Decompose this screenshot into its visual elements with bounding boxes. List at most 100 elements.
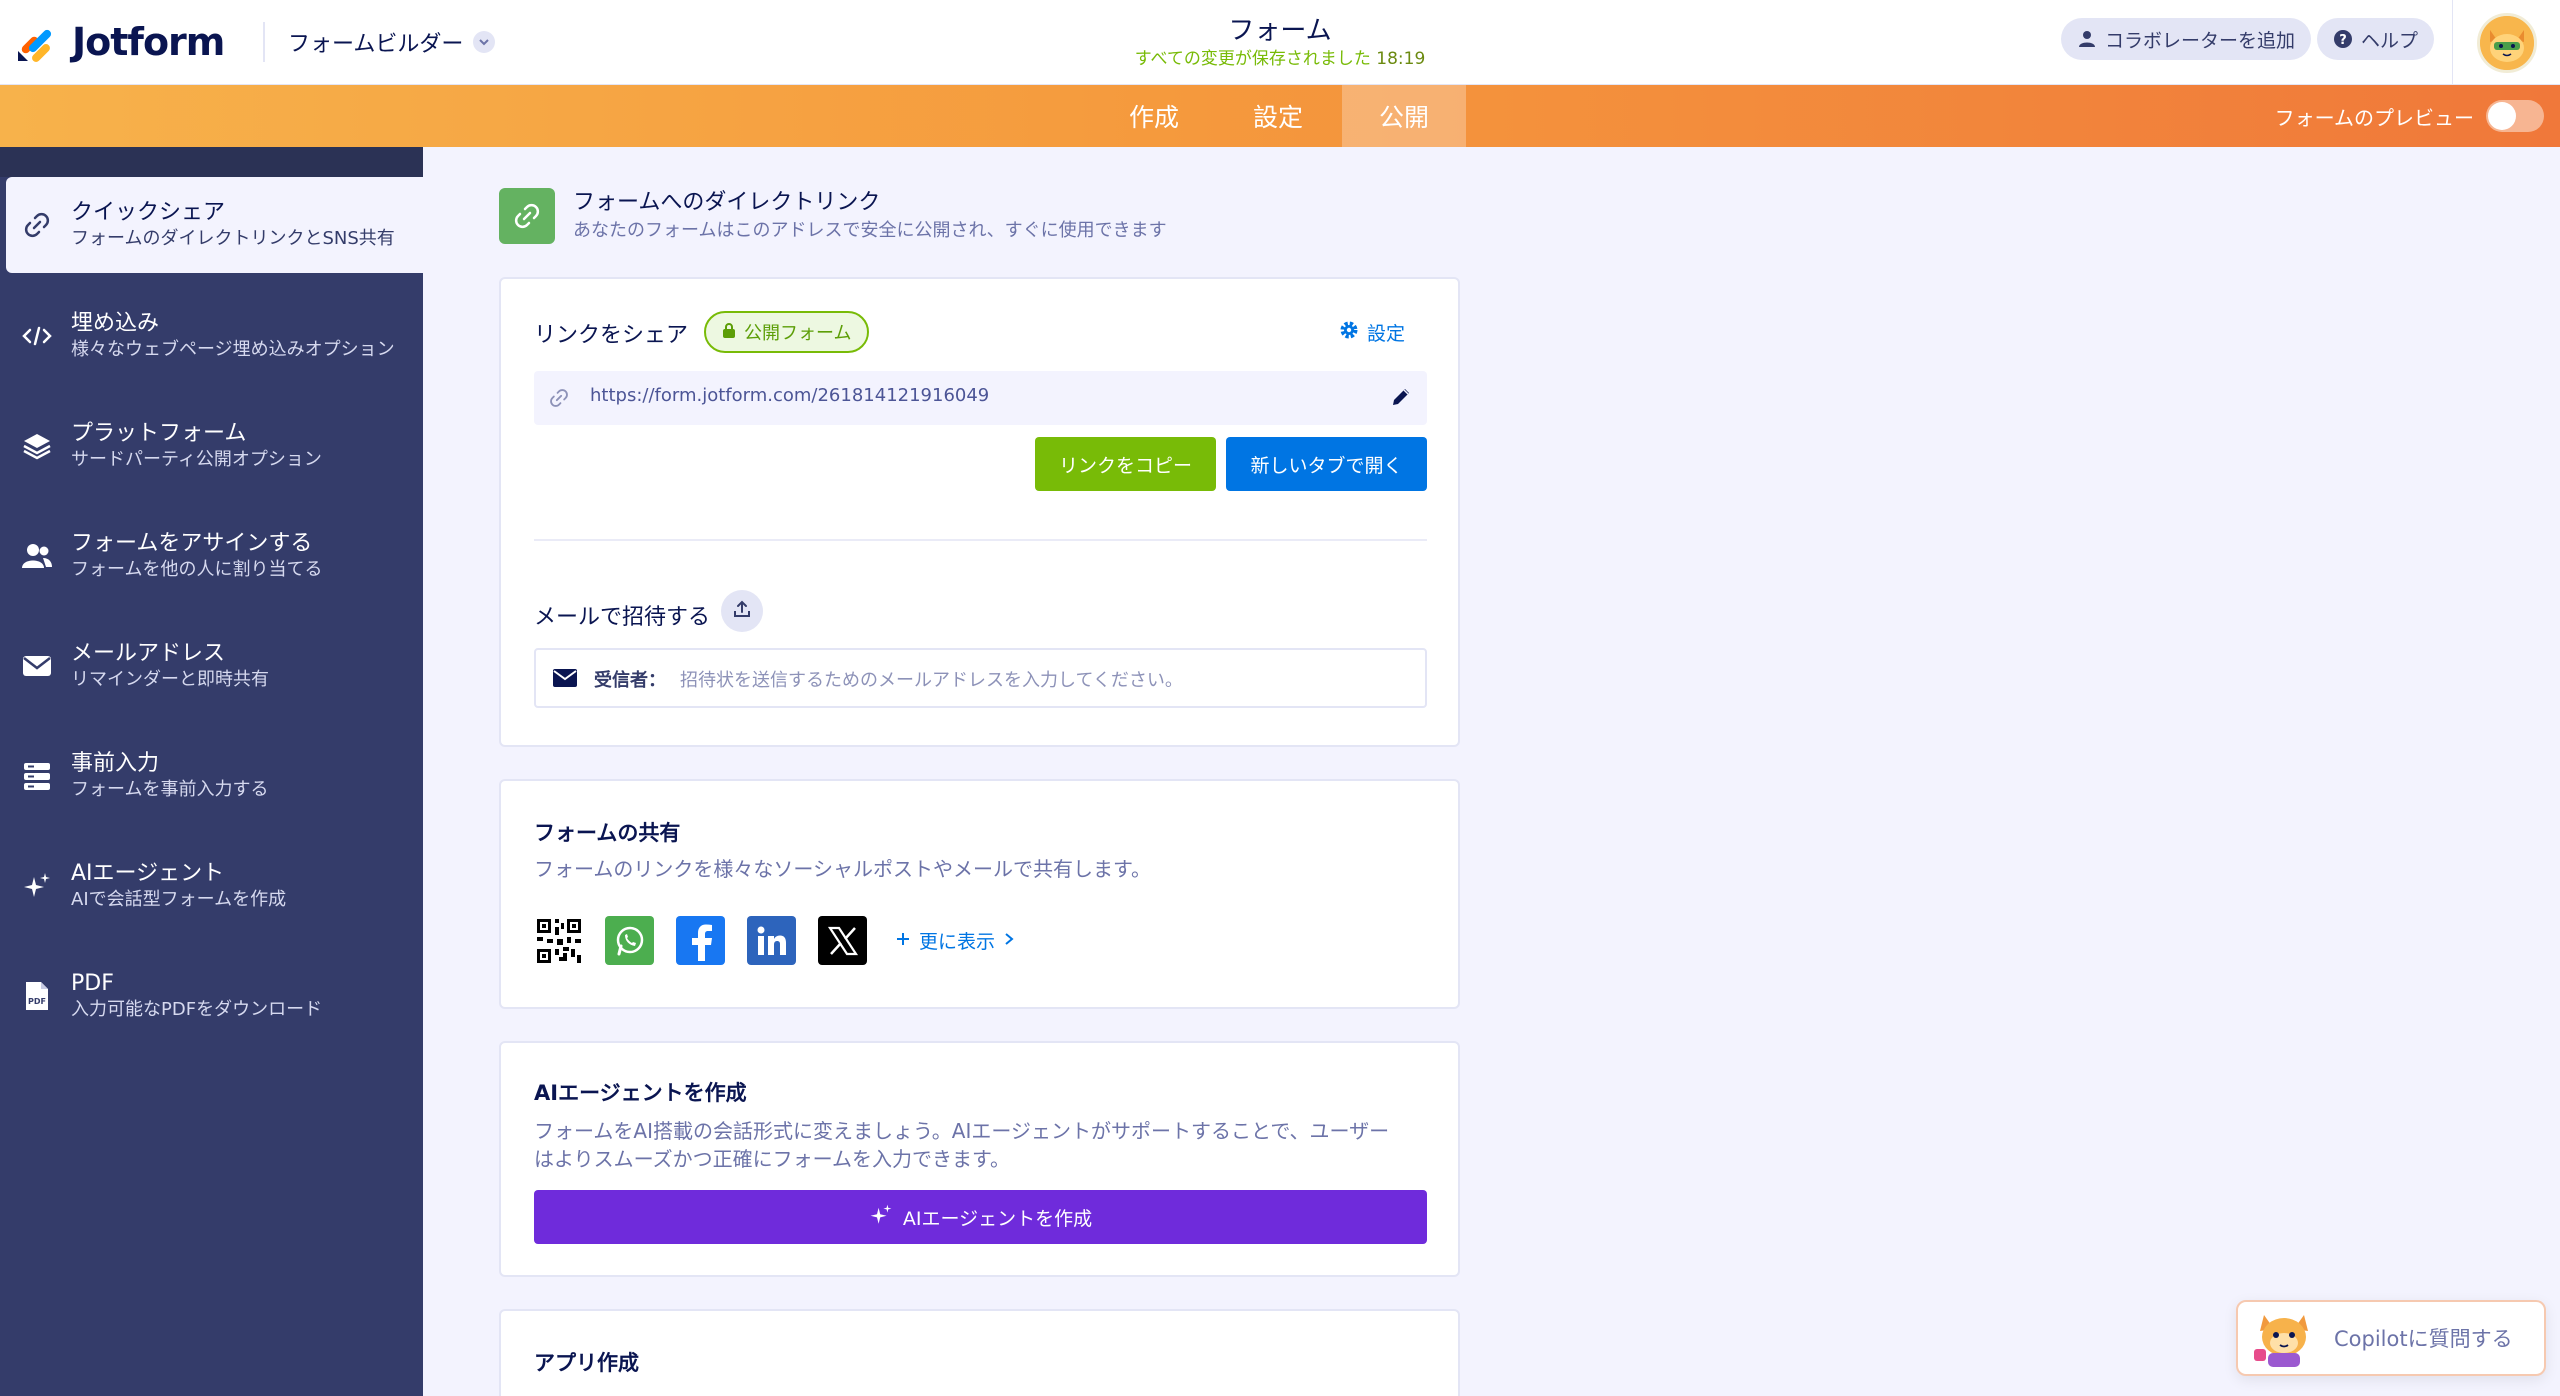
copilot-mascot-icon [2250, 1305, 2318, 1371]
plus-icon [895, 930, 911, 952]
sidebar-item-title: メールアドレス [71, 641, 226, 666]
app-builder-title: アプリ作成 [534, 1351, 639, 1375]
envelope-icon [552, 668, 578, 692]
upload-contacts-button[interactable] [721, 590, 763, 632]
account-menu[interactable] [2452, 0, 2560, 85]
code-icon [20, 319, 54, 353]
form-url[interactable]: https://form.jotform.com/261814121916049 [590, 385, 989, 406]
sidebar-top-strip [0, 147, 423, 177]
x-icon[interactable] [818, 916, 867, 965]
whatsapp-icon[interactable] [605, 916, 654, 965]
chevron-down-icon [473, 31, 496, 53]
copy-link-button[interactable]: リンクをコピー [1035, 437, 1216, 491]
sidebar-item-text: フォームをアサインする フォームを他の人に割り当てる [71, 530, 322, 582]
ai-agent-description-line1: フォームをAI搭載の会話形式に変えましょう。AIエージェントがサポートすることで… [534, 1119, 1390, 1143]
sidebar-item-text: クイックシェア フォームのダイレクトリンクとSNS共有 [71, 199, 395, 251]
recipient-email-field[interactable]: 受信者： 招待状を送信するためのメールアドレスを入力してください。 [534, 648, 1427, 708]
sidebar-item-email[interactable]: メールアドレス リマインダーと即時共有 [0, 618, 423, 714]
sidebar-item-title: フォームをアサインする [71, 531, 313, 556]
sidebar-item-subtitle: 様々なウェブページ埋め込みオプション [71, 339, 395, 360]
prefill-icon [20, 759, 54, 793]
sidebar-item-embed[interactable]: 埋め込み 様々なウェブページ埋め込みオプション [0, 288, 423, 384]
share-link-card: リンクをシェア 公開フォーム 設定 https://form.jotform.c… [499, 277, 1460, 747]
link-icon [20, 208, 54, 242]
tab-publish[interactable]: 公開 [1342, 85, 1466, 147]
invite-by-email-label: メールで招待する [534, 605, 711, 630]
recipient-input[interactable]: 招待状を送信するためのメールアドレスを入力してください。 [680, 666, 1183, 692]
sidebar-item-subtitle: AIで会話型フォームを作成 [71, 889, 287, 910]
app-builder-card: アプリ作成 [499, 1309, 1460, 1396]
copilot-button[interactable]: Copilotに質問する [2236, 1300, 2546, 1376]
sidebar-item-pdf[interactable]: PDF PDF 入力可能なPDFをダウンロード [0, 948, 423, 1044]
sparkle-icon [869, 1203, 893, 1232]
help-label: ヘルプ [2361, 29, 2419, 52]
direct-link-header: フォームへのダイレクトリンク あなたのフォームはこのアドレスで安全に公開され、す… [499, 188, 1167, 244]
public-form-badge[interactable]: 公開フォーム [704, 311, 870, 353]
sidebar-item-platforms[interactable]: プラットフォーム サードパーティ公開オプション [0, 398, 423, 494]
brand-name: Jotform [72, 20, 225, 64]
public-form-badge-label: 公開フォーム [744, 323, 852, 344]
help-button[interactable]: ? ヘルプ [2317, 18, 2435, 60]
social-share-buttons: 更に表示 [534, 916, 1015, 965]
recipient-label: 受信者： [594, 670, 666, 691]
preview-toggle[interactable] [2486, 100, 2544, 132]
top-header: Jotform フォームビルダー フォーム すべての変更が保存されました 18:… [0, 0, 2560, 85]
pdf-icon: PDF [20, 979, 54, 1013]
share-link-label: リンクをシェア [534, 323, 689, 348]
open-new-tab-button[interactable]: 新しいタブで開く [1226, 437, 1427, 491]
section-subtitle: あなたのフォームはこのアドレスで安全に公開され、すぐに使用できます [573, 220, 1167, 241]
sidebar-item-quick-share[interactable]: クイックシェア フォームのダイレクトリンクとSNS共有 [6, 177, 423, 273]
builder-selector-label: フォームビルダー [288, 32, 464, 57]
qr-code-icon[interactable] [534, 916, 583, 965]
form-url-field[interactable]: https://form.jotform.com/261814121916049 [534, 371, 1427, 425]
sidebar-item-title: AIエージェント [71, 861, 225, 886]
sidebar-item-text: 埋め込み 様々なウェブページ埋め込みオプション [71, 310, 395, 362]
sidebar-item-subtitle: フォームを事前入力する [71, 779, 269, 800]
facebook-icon[interactable] [676, 916, 725, 965]
linkedin-icon[interactable] [747, 916, 796, 965]
add-collaborator-button[interactable]: コラボレーターを追加 [2061, 18, 2312, 60]
tab-build[interactable]: 作成 [1092, 85, 1216, 147]
sidebar-item-subtitle: フォームを他の人に割り当てる [71, 559, 323, 580]
avatar[interactable] [2476, 12, 2537, 73]
save-status-text: すべての変更が保存されました [1134, 49, 1371, 69]
ai-agent-description-line2: はよりスムーズかつ正確にフォームを入力できます。 [534, 1147, 1010, 1171]
link-icon [548, 387, 570, 413]
pencil-icon[interactable] [1389, 385, 1413, 413]
lock-icon [722, 322, 736, 343]
jotform-logo-icon [16, 21, 58, 63]
save-status: すべての変更が保存されました 18:19 [1030, 44, 1530, 69]
create-ai-agent-button[interactable]: AIエージェントを作成 [534, 1190, 1427, 1244]
sidebar-item-subtitle: サードパーティ公開オプション [71, 449, 322, 470]
form-preview-control: フォームのプレビュー [2275, 85, 2544, 147]
share-settings-label: 設定 [1367, 323, 1406, 345]
jotform-logo[interactable]: Jotform [16, 14, 225, 70]
tab-settings[interactable]: 設定 [1216, 85, 1340, 147]
share-form-card: フォームの共有 フォームのリンクを様々なソーシャルポストやメールで共有します。 [499, 779, 1460, 1009]
chevron-right-icon [1003, 930, 1015, 952]
sidebar-item-assign[interactable]: フォームをアサインする フォームを他の人に割り当てる [0, 508, 423, 604]
show-more-link[interactable]: 更に表示 [895, 927, 1015, 954]
sidebar-item-subtitle: フォームのダイレクトリンクとSNS共有 [71, 228, 395, 249]
gear-icon [1339, 320, 1359, 345]
form-title[interactable]: フォーム [1080, 10, 1480, 47]
sidebar-item-title: 事前入力 [71, 751, 160, 776]
sidebar-item-text: プラットフォーム サードパーティ公開オプション [71, 420, 322, 472]
sidebar-item-text: 事前入力 フォームを事前入力する [71, 750, 268, 802]
share-form-description: フォームのリンクを様々なソーシャルポストやメールで共有します。 [534, 857, 1151, 881]
sidebar-item-prefill[interactable]: 事前入力 フォームを事前入力する [0, 728, 423, 824]
link-icon [499, 188, 555, 244]
section-title: フォームへのダイレクトリンク [573, 190, 881, 215]
sidebar-item-title: プラットフォーム [71, 421, 247, 446]
sidebar-item-title: クイックシェア [71, 200, 226, 225]
envelope-icon [20, 649, 54, 683]
sidebar-item-subtitle: リマインダーと即時共有 [71, 669, 269, 690]
builder-selector[interactable]: フォームビルダー [288, 22, 496, 62]
sidebar-item-ai-agent[interactable]: AIエージェント AIで会話型フォームを作成 [0, 838, 423, 934]
upload-icon [732, 599, 752, 623]
builder-navbar: 作成 設定 公開 フォームのプレビュー [0, 85, 2560, 147]
sparkle-icon [20, 869, 54, 903]
share-settings-link[interactable]: 設定 [1339, 319, 1405, 346]
sidebar-item-title: PDF [71, 971, 114, 996]
ai-agent-card: AIエージェントを作成 フォームをAI搭載の会話形式に変えましょう。AIエージェ… [499, 1041, 1460, 1277]
